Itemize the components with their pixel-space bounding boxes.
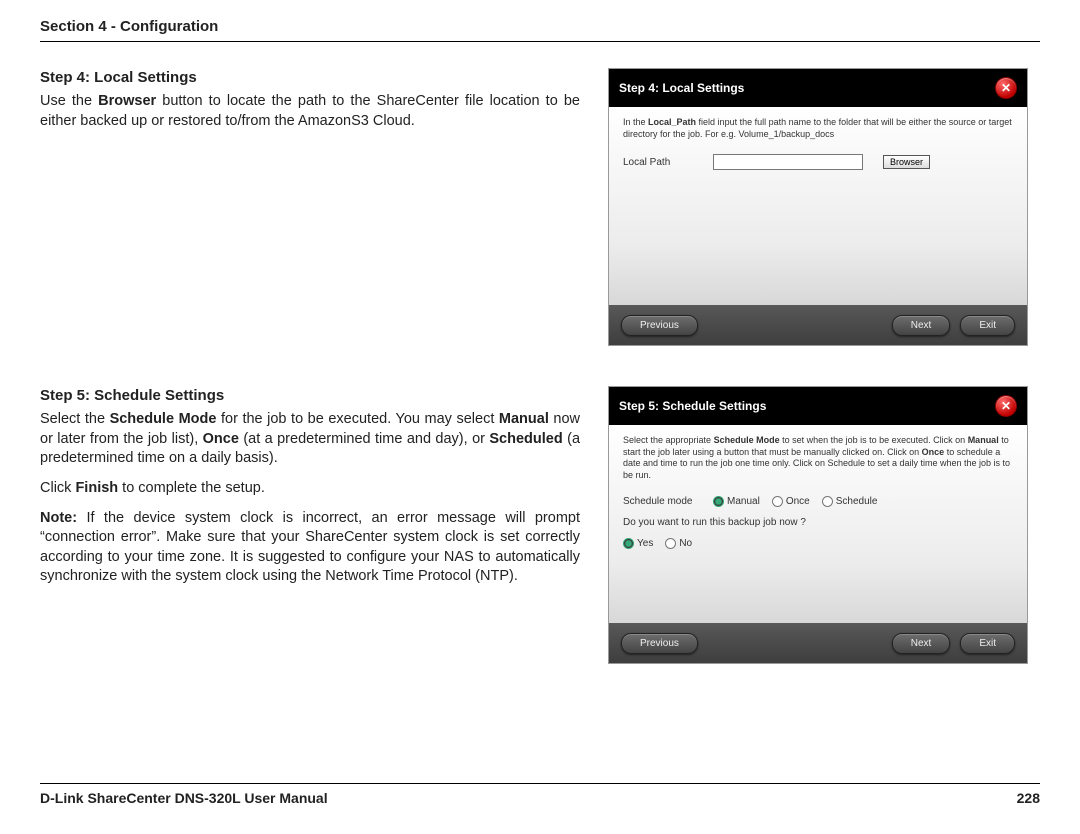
text: No <box>679 538 692 549</box>
text: In the <box>623 117 648 127</box>
section-header: Section 4 - Configuration <box>40 18 1040 42</box>
text: Manual <box>727 496 760 507</box>
text: Select the <box>40 411 110 427</box>
local-path-input[interactable] <box>713 154 863 170</box>
next-button[interactable]: Next <box>892 633 951 654</box>
wizard5-header: Step 5: Schedule Settings ✕ <box>609 387 1027 425</box>
radio-once[interactable]: Once <box>772 496 810 507</box>
step4-screenshot: Step 4: Local Settings ✕ In the Local_Pa… <box>608 68 1040 346</box>
foot-right: Next Exit <box>892 633 1015 654</box>
manual-name: D-Link ShareCenter DNS-320L User Manual <box>40 790 328 806</box>
step4-text: Step 4: Local Settings Use the Browser b… <box>40 68 580 346</box>
text: Manual <box>499 411 549 427</box>
wizard4-body: In the Local_Path field input the full p… <box>609 107 1027 305</box>
previous-button[interactable]: Previous <box>621 633 698 654</box>
text: Select the appropriate <box>623 435 714 445</box>
local-path-row: Local Path Browser <box>623 154 1013 170</box>
wizard5-title: Step 5: Schedule Settings <box>619 399 766 413</box>
exit-button[interactable]: Exit <box>960 633 1015 654</box>
exit-button[interactable]: Exit <box>960 315 1015 336</box>
text: If the device system clock is incorrect,… <box>40 510 580 585</box>
browser-button[interactable]: Browser <box>883 155 930 169</box>
close-icon[interactable]: ✕ <box>995 77 1017 99</box>
wizard4-title: Step 4: Local Settings <box>619 81 744 95</box>
previous-button[interactable]: Previous <box>621 315 698 336</box>
radio-yes-input[interactable] <box>623 538 634 549</box>
step5-title: Step 5: Schedule Settings <box>40 386 580 406</box>
text: Schedule Mode <box>110 411 217 427</box>
step5-text: Step 5: Schedule Settings Select the Sch… <box>40 386 580 664</box>
run-now-question: Do you want to run this backup job now ? <box>623 517 1013 528</box>
step4-title: Step 4: Local Settings <box>40 68 580 88</box>
step5-p2: Click Finish to complete the setup. <box>40 479 580 499</box>
schedule-mode-row: Schedule mode Manual Once Schedule <box>623 496 1013 507</box>
radio-manual-input[interactable] <box>713 496 724 507</box>
step5-row: Step 5: Schedule Settings Select the Sch… <box>40 386 1040 664</box>
step5-screenshot: Step 5: Schedule Settings ✕ Select the a… <box>608 386 1040 664</box>
text: Once <box>922 447 945 457</box>
wizard5-body: Select the appropriate Schedule Mode to … <box>609 425 1027 623</box>
text: Scheduled <box>489 431 562 447</box>
page-footer: D-Link ShareCenter DNS-320L User Manual … <box>40 783 1040 806</box>
text: Manual <box>968 435 999 445</box>
text: (at a predetermined time and day), or <box>239 431 489 447</box>
text: for the job to be executed. You may sele… <box>216 411 498 427</box>
text: Finish <box>75 480 118 496</box>
text: Schedule Mode <box>714 435 780 445</box>
radio-schedule[interactable]: Schedule <box>822 496 878 507</box>
page-number: 228 <box>1017 790 1040 806</box>
radio-manual[interactable]: Manual <box>713 496 760 507</box>
step4-row: Step 4: Local Settings Use the Browser b… <box>40 68 1040 346</box>
text: Yes <box>637 538 653 549</box>
radio-no-input[interactable] <box>665 538 676 549</box>
note-label: Note: <box>40 510 77 526</box>
next-button[interactable]: Next <box>892 315 951 336</box>
text: Once <box>786 496 810 507</box>
wizard5-footer: Previous Next Exit <box>609 623 1027 663</box>
wizard5-desc: Select the appropriate Schedule Mode to … <box>623 435 1013 482</box>
wizard4-desc: In the Local_Path field input the full p… <box>623 117 1013 140</box>
text: Local_Path <box>648 117 696 127</box>
wizard-step4: Step 4: Local Settings ✕ In the Local_Pa… <box>608 68 1028 346</box>
close-icon[interactable]: ✕ <box>995 395 1017 417</box>
schedule-mode-group: Manual Once Schedule <box>713 496 877 507</box>
step4-body: Use the Browser button to locate the pat… <box>40 92 580 131</box>
foot-right: Next Exit <box>892 315 1015 336</box>
radio-once-input[interactable] <box>772 496 783 507</box>
browser-word: Browser <box>98 93 156 109</box>
text: Schedule <box>836 496 878 507</box>
radio-yes[interactable]: Yes <box>623 538 653 549</box>
wizard4-footer: Previous Next Exit <box>609 305 1027 345</box>
text: to complete the setup. <box>118 480 265 496</box>
step5-note: Note: If the device system clock is inco… <box>40 509 580 587</box>
wizard-step5: Step 5: Schedule Settings ✕ Select the a… <box>608 386 1028 664</box>
text: Click <box>40 480 75 496</box>
radio-no[interactable]: No <box>665 538 692 549</box>
wizard4-header: Step 4: Local Settings ✕ <box>609 69 1027 107</box>
text: to set when the job is to be executed. C… <box>780 435 968 445</box>
step5-p1: Select the Schedule Mode for the job to … <box>40 410 580 469</box>
text: Once <box>203 431 239 447</box>
schedule-mode-label: Schedule mode <box>623 496 693 507</box>
radio-schedule-input[interactable] <box>822 496 833 507</box>
local-path-label: Local Path <box>623 157 693 168</box>
run-now-group: Yes No <box>623 538 1013 549</box>
text: Use the <box>40 93 98 109</box>
